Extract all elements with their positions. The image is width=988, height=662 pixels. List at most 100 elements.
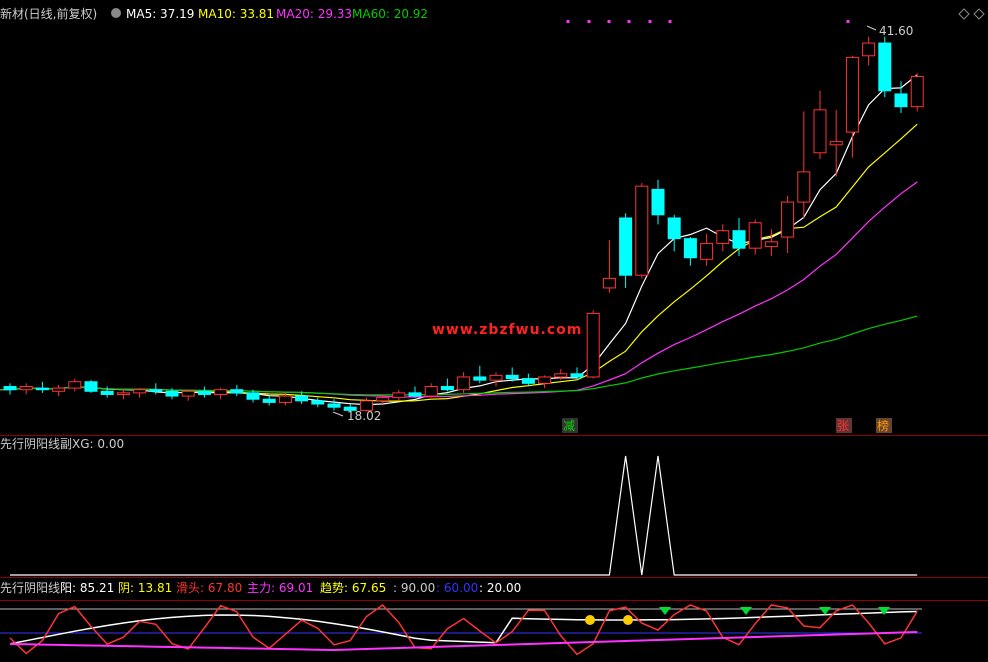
candle: [862, 36, 876, 66]
candle: [635, 182, 649, 279]
candle: [748, 219, 762, 255]
yang-legend: 阳: 85.21: [60, 581, 114, 595]
candle: [214, 388, 228, 400]
candle: [116, 389, 130, 400]
sub-panel1-title: 先行阴阳线副: [0, 437, 72, 451]
expand-icon[interactable]: [973, 8, 985, 20]
signal-dot: [607, 20, 611, 23]
xg-line: [10, 455, 918, 576]
ma5-legend: MA5: 37.19: [126, 7, 194, 21]
candle: [19, 383, 33, 395]
panel-frame: [0, 435, 988, 601]
candles: [3, 36, 924, 412]
yin-legend: 阴: 13.81: [118, 581, 172, 595]
signal-dot: [648, 20, 652, 23]
candle: [457, 372, 471, 393]
candle: [602, 240, 616, 293]
candle: [327, 399, 341, 411]
ref20-legend: : 20.00: [479, 581, 521, 595]
candle: [764, 229, 778, 257]
candle: [538, 375, 552, 389]
ma10-legend: MA10: 33.81: [198, 7, 274, 21]
down-triangle-icon: [819, 607, 831, 615]
candle: [829, 109, 843, 177]
candle: [424, 383, 438, 398]
candle: [262, 396, 276, 406]
ma20-legend: MA20: 29.33: [276, 7, 352, 21]
candle: [813, 90, 827, 160]
candle: [197, 386, 211, 398]
main-panel-header: 新材(日线,前复权) MA5: 37.19 MA10: 33.81 MA20: …: [0, 6, 985, 21]
candle: [311, 397, 325, 408]
ma-line-ma20: [0, 181, 918, 398]
chart-canvas: 新材(日线,前复权) MA5: 37.19 MA10: 33.81 MA20: …: [0, 6, 988, 656]
candle: [408, 386, 422, 398]
top-dots: [566, 20, 850, 23]
sub-panel1-header: 先行阴阳线副 XG: 0.00: [0, 437, 124, 451]
low-annotation: 18.02: [332, 409, 381, 423]
candle: [35, 381, 49, 393]
osc-line-0: [9, 610, 918, 645]
candle: [489, 372, 503, 387]
candle: [586, 310, 600, 379]
candle: [667, 214, 681, 252]
candle: [181, 389, 195, 401]
down-triangle-icon: [659, 607, 671, 615]
candle: [473, 365, 487, 384]
signal-dot: [587, 20, 591, 23]
ma-line-ma5: [9, 74, 918, 406]
candle: [894, 81, 908, 114]
candle: [716, 224, 730, 252]
signal-zhang: 张: [837, 419, 849, 433]
collapse-icon[interactable]: [958, 8, 970, 20]
main-panel-title: 新材(日线,前复权): [0, 6, 97, 21]
candle: [133, 388, 147, 398]
qushi-legend: 趋势: 67.65: [320, 581, 386, 595]
candle: [732, 217, 746, 257]
oscillator-lines: [0, 604, 922, 656]
candle: [392, 389, 406, 401]
candle: [3, 383, 17, 395]
candle: [683, 237, 697, 266]
xg-series-line: [10, 455, 918, 576]
candle: [845, 55, 859, 158]
down-triangle-icon: [878, 607, 890, 615]
signal-bang: 榜: [877, 418, 889, 433]
candle: [700, 233, 714, 266]
settings-icon[interactable]: [111, 8, 121, 18]
candle: [878, 36, 892, 98]
ma60-legend: MA60: 20.92: [352, 7, 428, 21]
ma-line-ma10: [0, 123, 918, 402]
signal-dot: [846, 20, 850, 23]
zhuli-legend: 主力: 69.01: [247, 581, 313, 595]
signal-jian: 减: [563, 419, 575, 433]
candle: [781, 195, 795, 253]
candle: [440, 378, 454, 392]
down-triangle-icon: [740, 607, 752, 615]
signal-dot: [566, 20, 570, 23]
candle: [84, 380, 98, 393]
sub-panel2-header: 先行阴阳线 阳: 85.21 阴: 13.81 滑头: 67.80 主力: 69…: [0, 581, 521, 595]
signal-ball-icon: [623, 615, 633, 625]
low-label: 18.02: [347, 409, 381, 423]
ref90-legend: : 90.00: [393, 581, 435, 595]
signal-dot: [668, 20, 672, 23]
high-annotation: 41.60: [866, 24, 913, 38]
ma-lines: [0, 74, 918, 406]
sub-panel2-title: 先行阴阳线: [0, 581, 60, 595]
watermark: www.zbzfwu.com: [432, 322, 582, 338]
ref60-legend: : 60.00: [436, 581, 478, 595]
candle: [651, 179, 665, 225]
candle: [52, 384, 66, 397]
huatou-legend: 滑头: 67.80: [176, 581, 242, 595]
candle: [910, 73, 924, 112]
signal-ball-icon: [585, 615, 595, 625]
xg-value: XG: 0.00: [72, 437, 124, 451]
candle: [797, 111, 811, 218]
signal-markers: 减 张 榜: [562, 418, 892, 433]
high-label: 41.60: [879, 24, 913, 38]
candle: [230, 384, 244, 397]
signal-dot: [627, 20, 631, 23]
candle: [68, 378, 82, 392]
candle: [619, 213, 633, 288]
